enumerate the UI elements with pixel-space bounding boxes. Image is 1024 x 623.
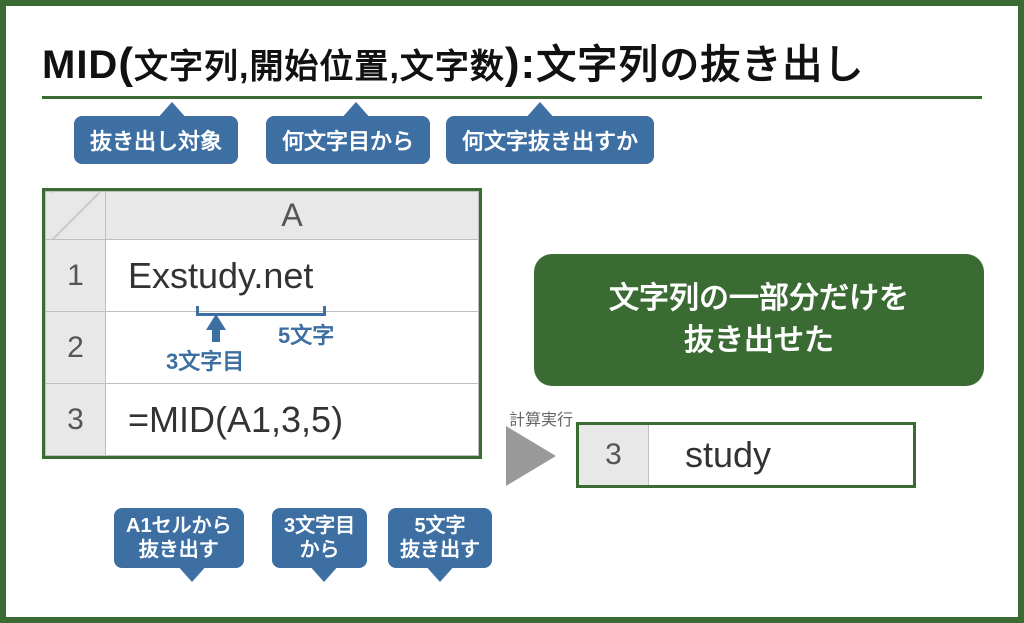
cell-a1: Exstudy.net [106, 240, 479, 312]
title-arg3: 文字数 [400, 48, 505, 86]
result-row-header: 3 [579, 425, 649, 485]
paren-open: ( [118, 39, 134, 88]
callout-arg2: 何文字目から [266, 116, 430, 164]
callout-arg3: 何文字抜き出すか [446, 116, 654, 164]
annot-five: 5文字 [278, 318, 334, 350]
paren-close: ): [505, 39, 536, 88]
result-value: study [649, 425, 913, 485]
title-desc: 文字列の抜き出し [536, 43, 864, 87]
cell-a3: =MID(A1,3,5) [106, 384, 479, 456]
row-header-1: 1 [46, 240, 106, 312]
outer-frame: MID(文字列,開始位置,文字数):文字列の抜き出し 抜き出し対象 何文字目から… [0, 0, 1024, 623]
col-header-a: A [106, 192, 479, 240]
callout-3rd: 3文字目 から [272, 508, 367, 568]
spreadsheet: A 1 Exstudy.net 2 3 =MID(A1,3,5) [42, 188, 482, 459]
callout-a1: A1セルから 抜き出す [114, 508, 244, 568]
callout-arg1: 抜き出し対象 [74, 116, 238, 164]
row-header-2: 2 [46, 312, 106, 384]
comma2: , [389, 48, 399, 86]
sheet-corner [46, 192, 106, 240]
title-arg2: 開始位置 [249, 48, 389, 86]
page-title: MID(文字列,開始位置,文字数):文字列の抜き出し [42, 32, 982, 99]
row-header-3: 3 [46, 384, 106, 456]
title-arg1: 文字列 [134, 48, 239, 86]
comma1: , [239, 48, 249, 86]
result-row: 3 study [576, 422, 916, 488]
play-icon [506, 426, 556, 486]
callout-5chars: 5文字 抜き出す [388, 508, 492, 568]
summary-box: 文字列の一部分だけを 抜き出せた [534, 254, 984, 386]
annot-three: 3文字目 [166, 344, 244, 376]
title-func: MID [42, 43, 118, 87]
